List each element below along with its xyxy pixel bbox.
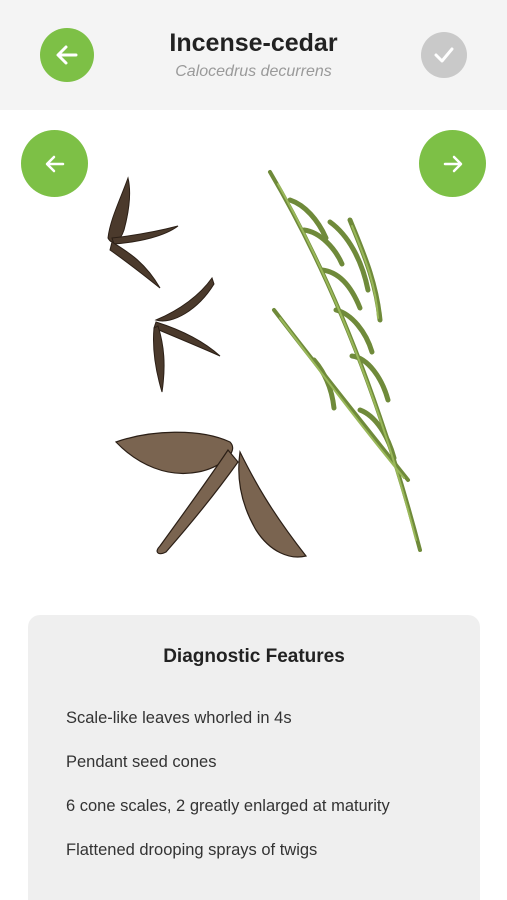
confirm-button[interactable] xyxy=(421,32,467,78)
checkmark-icon xyxy=(434,47,454,63)
species-illustration xyxy=(107,170,422,558)
feature-list: Scale-like leaves whorled in 4s Pendant … xyxy=(66,707,466,883)
feature-item: Scale-like leaves whorled in 4s xyxy=(66,709,292,727)
arrow-left-icon xyxy=(45,155,64,172)
diagnostic-features-panel: Diagnostic Features Scale-like leaves wh… xyxy=(28,615,480,900)
open-cone-illustration xyxy=(107,176,179,289)
cone-scales-illustration xyxy=(114,431,308,558)
top-bar: Incense-cedar Calocedrus decurrens xyxy=(0,0,507,110)
foliage-sprig-illustration xyxy=(268,170,422,552)
previous-image-button[interactable] xyxy=(21,130,88,197)
feature-item: Flattened drooping sprays of twigs xyxy=(66,841,318,859)
panel-title: Diagnostic Features xyxy=(163,646,345,667)
feature-item: 6 cone scales, 2 greatly enlarged at mat… xyxy=(66,797,390,815)
feature-item: Pendant seed cones xyxy=(66,753,217,771)
open-cone-illustration xyxy=(153,276,221,393)
